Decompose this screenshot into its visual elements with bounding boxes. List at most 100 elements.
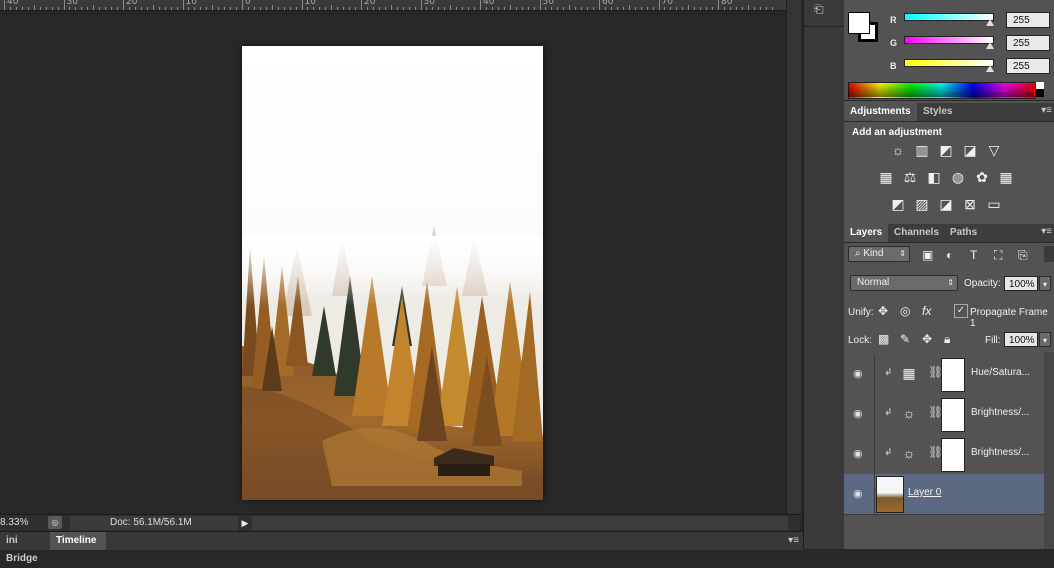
levels-icon[interactable]: ▥ <box>913 142 931 158</box>
layer-name[interactable]: Layer 0 <box>908 487 941 498</box>
ruler-major-tick <box>539 0 541 10</box>
spectrum-black-white[interactable] <box>1036 82 1044 97</box>
unify-visibility-icon[interactable]: ◎ <box>900 304 910 318</box>
opacity-field[interactable]: 100% <box>1004 276 1038 291</box>
color-lookup-icon[interactable]: ▦ <box>997 169 1015 185</box>
posterize-icon[interactable]: ▨ <box>913 196 931 212</box>
blue-slider-thumb[interactable] <box>986 65 994 72</box>
smart-object-filter-icon[interactable]: ⎘ <box>1018 248 1028 263</box>
green-slider-thumb[interactable] <box>986 42 994 49</box>
layer-name[interactable]: Hue/Satura... <box>971 367 1030 378</box>
opacity-label: Opacity: <box>964 278 1001 289</box>
type-filter-icon[interactable]: T <box>970 248 977 262</box>
blue-value-field[interactable]: 255 <box>1006 58 1050 74</box>
hue-saturation-icon[interactable]: ▦ <box>877 169 895 185</box>
foreground-color-swatch[interactable] <box>848 12 870 34</box>
selective-color-icon[interactable]: ⊠ <box>961 196 979 212</box>
canvas-vertical-scrollbar[interactable] <box>786 0 801 514</box>
visibility-eye-icon[interactable]: ◉ <box>853 447 863 460</box>
shape-filter-icon[interactable]: ⛶ <box>994 248 1002 263</box>
zoom-level[interactable]: 8.33% <box>0 517 28 528</box>
blue-slider[interactable] <box>904 59 994 67</box>
green-slider[interactable] <box>904 36 994 44</box>
ruler-label: 10 <box>304 0 316 7</box>
lock-image-pixels-icon[interactable]: ✎ <box>900 332 910 346</box>
gradient-map-icon[interactable]: ▭ <box>985 196 1003 212</box>
layer-mask-thumbnail[interactable] <box>941 398 965 432</box>
tab-mini-bridge[interactable]: ini Bridge <box>0 532 50 564</box>
fill-field[interactable]: 100% <box>1004 332 1038 347</box>
ruler-minor-tick <box>176 7 178 10</box>
hue-saturation-icon[interactable]: ▦ <box>900 365 918 381</box>
panel-menu-icon[interactable]: ▾≡ <box>1041 105 1052 116</box>
status-info-arrow-icon[interactable]: ▶ <box>238 516 252 530</box>
red-slider-thumb[interactable] <box>986 19 994 26</box>
status-menu-icon[interactable]: ◎ <box>48 516 62 529</box>
unify-style-icon[interactable]: fx <box>922 304 931 318</box>
history-icon[interactable]: ⎗ <box>814 2 830 20</box>
propagate-frame-checkbox[interactable]: ✓ <box>954 304 968 318</box>
visibility-eye-icon[interactable]: ◉ <box>853 367 863 380</box>
ruler-major-tick <box>361 0 362 10</box>
tab-adjustments[interactable]: Adjustments <box>844 103 917 121</box>
red-slider[interactable] <box>904 13 994 21</box>
red-value-field[interactable]: 255 <box>1006 12 1050 28</box>
tab-paths[interactable]: Paths <box>944 224 983 242</box>
canvas-horizontal-scrollbar[interactable] <box>252 516 788 530</box>
black-white-icon[interactable]: ◧ <box>925 169 943 185</box>
ruler-minor-tick <box>462 7 464 10</box>
layer-name[interactable]: Brightness/... <box>971 447 1029 458</box>
panel-menu-icon[interactable]: ▾≡ <box>788 535 799 546</box>
ruler-minor-tick <box>414 7 416 10</box>
layer-row[interactable]: ◉ ↲ ☼ ⛓ Brightness/... <box>844 434 1044 475</box>
panel-menu-icon[interactable]: ▾≡ <box>1041 226 1052 237</box>
layer-mask-thumbnail[interactable] <box>941 358 965 392</box>
adjustment-filter-icon[interactable]: ◐ <box>946 248 953 262</box>
brightness-contrast-icon[interactable]: ☼ <box>900 405 918 421</box>
lock-label: Lock: <box>848 335 872 346</box>
image-filter-icon[interactable]: ▣ <box>922 248 933 262</box>
ruler-minor-tick <box>366 7 368 10</box>
ruler-minor-tick <box>15 7 17 10</box>
layer-row[interactable]: ◉ ↲ ▦ ⛓ Hue/Satura... <box>844 354 1044 395</box>
visibility-eye-icon[interactable]: ◉ <box>853 407 863 420</box>
tab-styles[interactable]: Styles <box>917 103 958 121</box>
tab-layers[interactable]: Layers <box>844 224 889 242</box>
visibility-eye-icon[interactable]: ◉ <box>853 487 863 500</box>
photo-filter-icon[interactable]: ◍ <box>949 169 967 185</box>
vibrance-icon[interactable]: ▽ <box>985 142 1003 158</box>
lock-transparent-pixels-icon[interactable]: ▩ <box>878 332 889 346</box>
document-image[interactable] <box>242 46 543 500</box>
ruler-minor-tick <box>236 7 238 10</box>
lock-position-icon[interactable]: ✥ <box>922 332 932 346</box>
opacity-dropdown-icon[interactable]: ▾ <box>1039 276 1051 291</box>
layer-name[interactable]: Brightness/... <box>971 407 1029 418</box>
layer-filter-kind-select[interactable]: ⌕ Kind ⇕ <box>848 246 910 262</box>
color-balance-icon[interactable]: ⚖ <box>901 169 919 185</box>
layer-thumbnail[interactable] <box>876 476 904 513</box>
threshold-icon[interactable]: ◪ <box>937 196 955 212</box>
invert-icon[interactable]: ◩ <box>889 196 907 212</box>
channel-mixer-icon[interactable]: ✿ <box>973 169 991 185</box>
unify-position-icon[interactable]: ✥ <box>878 304 888 318</box>
layer-mask-thumbnail[interactable] <box>941 438 965 472</box>
brightness-contrast-icon[interactable]: ☼ <box>889 142 907 158</box>
ruler-minor-tick <box>105 7 107 10</box>
tab-timeline[interactable]: Timeline <box>50 532 106 550</box>
lock-all-icon[interactable]: 🔒︎ <box>944 332 950 347</box>
blend-mode-select[interactable]: Normal ⇕ <box>850 275 958 291</box>
layers-tabbar: Layers Channels Paths ▾≡ <box>844 224 1054 243</box>
canvas-area[interactable] <box>0 11 786 514</box>
ruler-minor-tick <box>545 7 547 10</box>
filter-toggle[interactable] <box>1044 246 1054 262</box>
fill-dropdown-icon[interactable]: ▾ <box>1039 332 1051 347</box>
layer-row[interactable]: ◉ ↲ ☼ ⛓ Brightness/... <box>844 394 1044 435</box>
layer-row-selected[interactable]: ◉ Layer 0 <box>844 474 1044 515</box>
tab-channels[interactable]: Channels <box>888 224 945 242</box>
layers-scrollbar[interactable] <box>1044 352 1054 549</box>
exposure-icon[interactable]: ◪ <box>961 142 979 158</box>
brightness-contrast-icon[interactable]: ☼ <box>900 445 918 461</box>
curves-icon[interactable]: ◩ <box>937 142 955 158</box>
green-value-field[interactable]: 255 <box>1006 35 1050 51</box>
ruler-minor-tick <box>610 7 612 10</box>
